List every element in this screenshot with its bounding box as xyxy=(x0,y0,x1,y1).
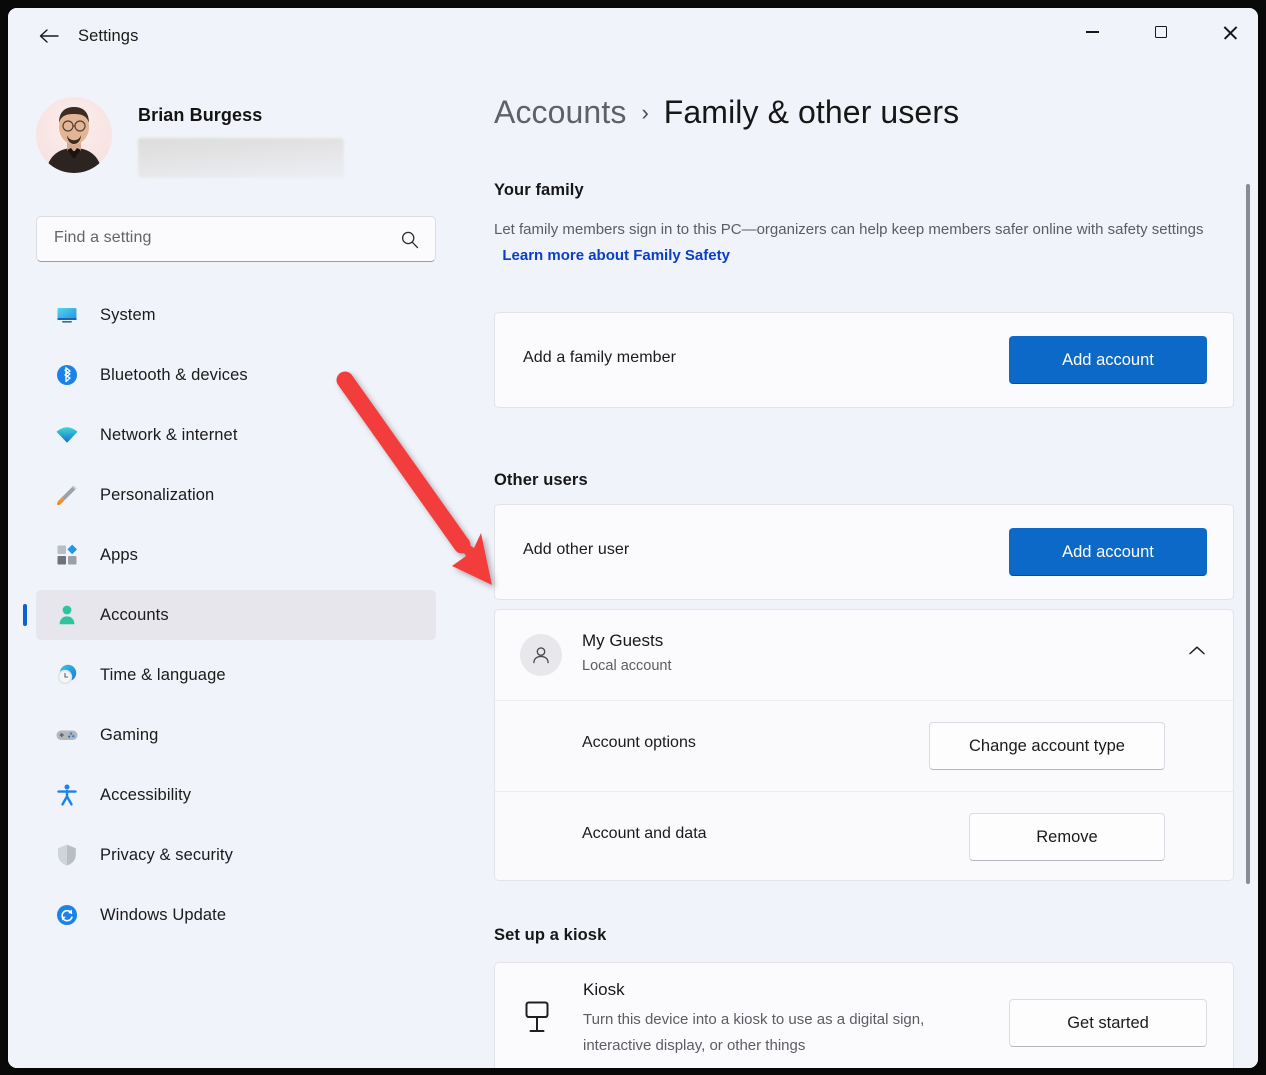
sidebar-item-label: Gaming xyxy=(100,726,158,745)
user-account-card: My Guests Local account Account options … xyxy=(494,609,1234,881)
section-description-your-family: Let family members sign in to this PC—or… xyxy=(494,217,1239,269)
sidebar-item-label: Time & language xyxy=(100,666,226,685)
kiosk-card: Kiosk Turn this device into a kiosk to u… xyxy=(494,962,1234,1068)
sidebar-item-privacy-security[interactable]: Privacy & security xyxy=(36,830,436,880)
apps-icon xyxy=(54,542,80,568)
sidebar-item-label: Accounts xyxy=(100,606,169,625)
main-content: Accounts › Family & other users Your fam… xyxy=(468,64,1258,1068)
chevron-right-icon: › xyxy=(641,100,648,126)
sidebar-nav: System Bluetooth & devices xyxy=(8,290,468,950)
settings-window: Settings xyxy=(8,8,1258,1068)
accessibility-icon xyxy=(54,782,80,808)
account-header-row[interactable]: My Guests Local account xyxy=(495,610,1233,701)
back-arrow-icon[interactable] xyxy=(30,20,68,52)
kiosk-title: Kiosk xyxy=(583,980,625,1000)
account-subtitle: Local account xyxy=(582,658,671,674)
family-description-text: Let family members sign in to this PC—or… xyxy=(494,221,1203,238)
sidebar-item-windows-update[interactable]: Windows Update xyxy=(36,890,436,940)
sidebar-item-accounts[interactable]: Accounts xyxy=(36,590,436,640)
sidebar-item-system[interactable]: System xyxy=(36,290,436,340)
sidebar-item-label: Privacy & security xyxy=(100,846,233,865)
account-options-row: Account options Change account type xyxy=(495,701,1233,791)
sidebar-item-label: Network & internet xyxy=(100,426,238,445)
kiosk-get-started-button[interactable]: Get started xyxy=(1009,999,1207,1047)
remove-account-button[interactable]: Remove xyxy=(969,813,1165,861)
app-title: Settings xyxy=(78,27,138,46)
sidebar-item-label: Personalization xyxy=(100,486,214,505)
kiosk-display-icon xyxy=(522,1001,552,1040)
scrollbar-thumb[interactable] xyxy=(1246,184,1250,884)
person-circle-icon xyxy=(520,634,562,676)
page-title: Family & other users xyxy=(664,94,959,131)
sidebar-item-label: Apps xyxy=(100,546,138,565)
breadcrumb: Accounts › Family & other users xyxy=(494,94,959,131)
vertical-scrollbar[interactable] xyxy=(1243,164,1253,1044)
gamepad-icon xyxy=(54,722,80,748)
breadcrumb-parent[interactable]: Accounts xyxy=(494,94,626,131)
sidebar-item-gaming[interactable]: Gaming xyxy=(36,710,436,760)
sidebar-item-accessibility[interactable]: Accessibility xyxy=(36,770,436,820)
minimize-button[interactable] xyxy=(1068,8,1116,56)
account-and-data-row: Account and data Remove xyxy=(495,792,1233,881)
add-family-member-card: Add a family member Add account xyxy=(494,312,1234,408)
sidebar-item-label: Bluetooth & devices xyxy=(100,366,248,385)
person-icon xyxy=(54,602,80,628)
kiosk-description: Turn this device into a kiosk to use as … xyxy=(583,1007,983,1059)
account-options-label: Account options xyxy=(582,734,696,752)
monitor-icon xyxy=(54,302,80,328)
chevron-up-icon[interactable] xyxy=(1187,644,1207,662)
wifi-icon xyxy=(54,422,80,448)
add-account-other-button[interactable]: Add account xyxy=(1009,528,1207,576)
sidebar-item-bluetooth-devices[interactable]: Bluetooth & devices xyxy=(36,350,436,400)
search-icon[interactable] xyxy=(400,230,420,255)
sidebar: Brian Burgess Find a setting xyxy=(8,64,468,1068)
paintbrush-icon xyxy=(54,482,80,508)
section-heading-other-users: Other users xyxy=(494,471,588,490)
sidebar-item-label: Accessibility xyxy=(100,786,191,805)
sidebar-item-label: Windows Update xyxy=(100,906,226,925)
search-input[interactable]: Find a setting xyxy=(36,216,436,262)
close-icon xyxy=(1223,25,1238,40)
update-icon xyxy=(54,902,80,928)
account-and-data-label: Account and data xyxy=(582,825,707,843)
add-other-user-label: Add other user xyxy=(523,541,629,559)
sidebar-item-personalization[interactable]: Personalization xyxy=(36,470,436,520)
user-profile[interactable]: Brian Burgess xyxy=(36,97,436,183)
title-bar: Settings xyxy=(8,8,1258,64)
maximize-button[interactable] xyxy=(1137,8,1185,56)
avatar xyxy=(36,97,112,173)
change-account-type-button[interactable]: Change account type xyxy=(929,722,1165,770)
user-name: Brian Burgess xyxy=(138,105,262,126)
section-heading-kiosk: Set up a kiosk xyxy=(494,926,606,945)
clock-icon xyxy=(54,662,80,688)
add-account-family-button[interactable]: Add account xyxy=(1009,336,1207,384)
minimize-icon xyxy=(1086,31,1099,33)
add-family-member-label: Add a family member xyxy=(523,349,676,367)
sidebar-item-time-language[interactable]: Time & language xyxy=(36,650,436,700)
user-email-redacted xyxy=(138,138,344,178)
shield-icon xyxy=(54,842,80,868)
sidebar-item-apps[interactable]: Apps xyxy=(36,530,436,580)
sidebar-item-label: System xyxy=(100,306,156,325)
learn-more-family-safety-link[interactable]: Learn more about Family Safety xyxy=(502,247,730,264)
selection-indicator xyxy=(23,604,27,626)
account-name: My Guests xyxy=(582,631,663,651)
search-placeholder: Find a setting xyxy=(54,229,151,247)
add-other-user-card: Add other user Add account xyxy=(494,504,1234,600)
bluetooth-icon xyxy=(54,362,80,388)
maximize-icon xyxy=(1155,26,1167,38)
sidebar-item-network-internet[interactable]: Network & internet xyxy=(36,410,436,460)
section-heading-your-family: Your family xyxy=(494,181,584,200)
close-button[interactable] xyxy=(1206,8,1254,56)
